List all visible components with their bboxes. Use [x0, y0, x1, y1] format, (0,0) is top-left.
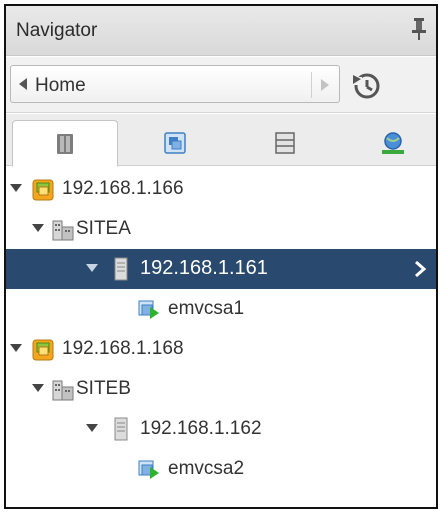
vcenter-icon [32, 339, 54, 361]
expand-toggle-icon[interactable] [32, 384, 44, 392]
expand-toggle-icon[interactable] [10, 344, 22, 352]
tree-node-label: SITEB [76, 378, 131, 399]
host-icon [114, 257, 128, 281]
tree-node-label: 192.168.1.166 [62, 178, 184, 199]
expand-toggle-icon[interactable] [86, 264, 98, 272]
back-label: Home [35, 75, 86, 96]
vm-running-icon [138, 300, 159, 319]
tree-node-host[interactable]: 192.168.1.162 [6, 409, 436, 449]
inventory-tabs [6, 114, 436, 167]
tree-node-label: emvcsa1 [168, 298, 245, 319]
expand-toggle-icon[interactable] [86, 424, 98, 432]
tree-node-vm[interactable]: emvcsa2 [6, 449, 436, 489]
datacenter-icon [52, 380, 74, 401]
pin-icon[interactable] [412, 18, 426, 40]
tree-node-datacenter[interactable]: SITEA [6, 209, 436, 249]
tree-node-vcenter[interactable]: 192.168.1.166 [6, 169, 436, 209]
tree-node-label: emvcsa2 [168, 458, 245, 479]
tab-networking[interactable] [340, 120, 436, 166]
tree-node-vm[interactable]: emvcsa1 [6, 289, 436, 329]
tree-node-datacenter[interactable]: SITEB [6, 369, 436, 409]
history-icon[interactable] [350, 69, 384, 103]
tree-node-label: 192.168.1.162 [140, 418, 262, 439]
forward-separator [311, 72, 312, 98]
navigator-title: Navigator [16, 20, 98, 41]
tab-hosts-clusters[interactable] [12, 120, 118, 167]
expand-toggle-icon[interactable] [10, 184, 22, 192]
navigator-header: Navigator [6, 6, 436, 56]
chevron-right-icon[interactable] [414, 260, 426, 278]
back-button[interactable]: Home [10, 65, 340, 103]
back-arrow-icon [19, 78, 27, 90]
inventory-tree: 192.168.1.166 SITEA 192.168.1.161 emvcsa… [6, 167, 436, 507]
datacenter-icon [52, 220, 74, 241]
host-icon [114, 417, 128, 441]
networking-icon [382, 132, 404, 154]
tab-storage[interactable] [232, 120, 338, 166]
forward-arrow-icon[interactable] [321, 79, 329, 91]
storage-icon [275, 132, 295, 154]
tab-vms-templates[interactable] [122, 120, 228, 166]
tree-node-label: 192.168.1.161 [140, 257, 268, 279]
tree-node-vcenter[interactable]: 192.168.1.168 [6, 329, 436, 369]
tree-node-host-selected[interactable]: 192.168.1.161 [6, 249, 436, 289]
expand-toggle-icon[interactable] [32, 224, 44, 232]
history-bar: Home [6, 57, 436, 113]
tree-node-label: SITEA [76, 218, 131, 239]
vm-running-icon [138, 460, 159, 479]
vms-templates-icon [164, 132, 186, 154]
hosts-clusters-icon [57, 133, 73, 154]
navigator-panel: Navigator Home 192.168.1.166 SITEA 192.1… [4, 4, 438, 509]
vcenter-icon [32, 179, 54, 201]
tree-node-label: 192.168.1.168 [62, 338, 184, 359]
